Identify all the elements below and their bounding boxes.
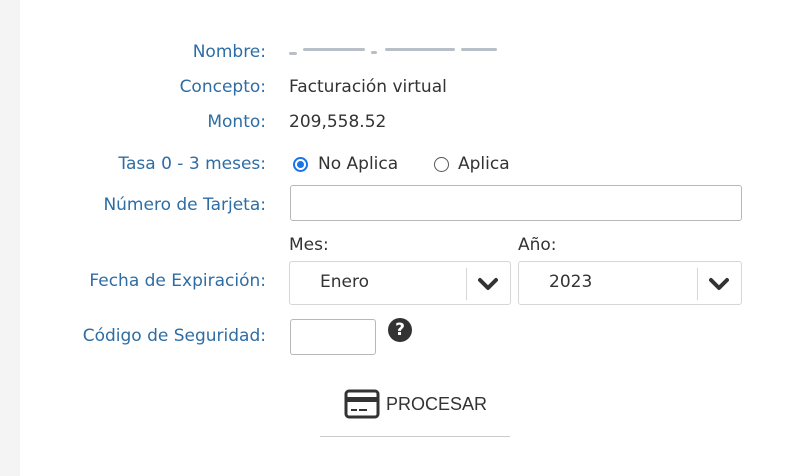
monto-label: Monto: (207, 112, 266, 132)
left-sidebar-strip (0, 0, 20, 476)
radio-no-aplica[interactable] (293, 157, 308, 172)
mes-select-divider (466, 268, 467, 300)
chevron-down-icon[interactable] (708, 276, 730, 292)
radio-aplica[interactable] (434, 157, 449, 172)
seguridad-label: Código de Seguridad: (82, 326, 266, 346)
tarjeta-input[interactable] (290, 185, 742, 221)
button-underline-divider (320, 436, 510, 437)
anio-label: Año: (518, 235, 557, 255)
tasa-label: Tasa 0 - 3 meses: (118, 154, 266, 174)
anio-select-divider (697, 268, 698, 300)
mes-select[interactable]: Enero (289, 261, 511, 305)
concepto-value: Facturación virtual (289, 77, 447, 97)
nombre-value-redacted (289, 44, 499, 58)
radio-aplica-label[interactable]: Aplica (458, 154, 510, 174)
nombre-label: Nombre: (192, 42, 266, 62)
mes-select-value: Enero (320, 272, 369, 292)
seguridad-input[interactable] (290, 319, 376, 355)
mes-label: Mes: (289, 235, 329, 255)
anio-select[interactable]: 2023 (518, 261, 742, 305)
help-question-icon[interactable]: ? (388, 318, 412, 342)
anio-select-value: 2023 (549, 272, 593, 292)
credit-card-icon (344, 389, 380, 419)
procesar-button-label: PROCESAR (386, 393, 488, 414)
monto-value: 209,558.52 (289, 112, 387, 132)
concepto-label: Concepto: (179, 77, 266, 97)
chevron-down-icon[interactable] (477, 276, 499, 292)
procesar-button[interactable]: PROCESAR (344, 389, 487, 419)
expiracion-label: Fecha de Expiración: (89, 271, 266, 291)
radio-no-aplica-label[interactable]: No Aplica (318, 154, 398, 174)
tarjeta-label: Número de Tarjeta: (103, 195, 266, 215)
